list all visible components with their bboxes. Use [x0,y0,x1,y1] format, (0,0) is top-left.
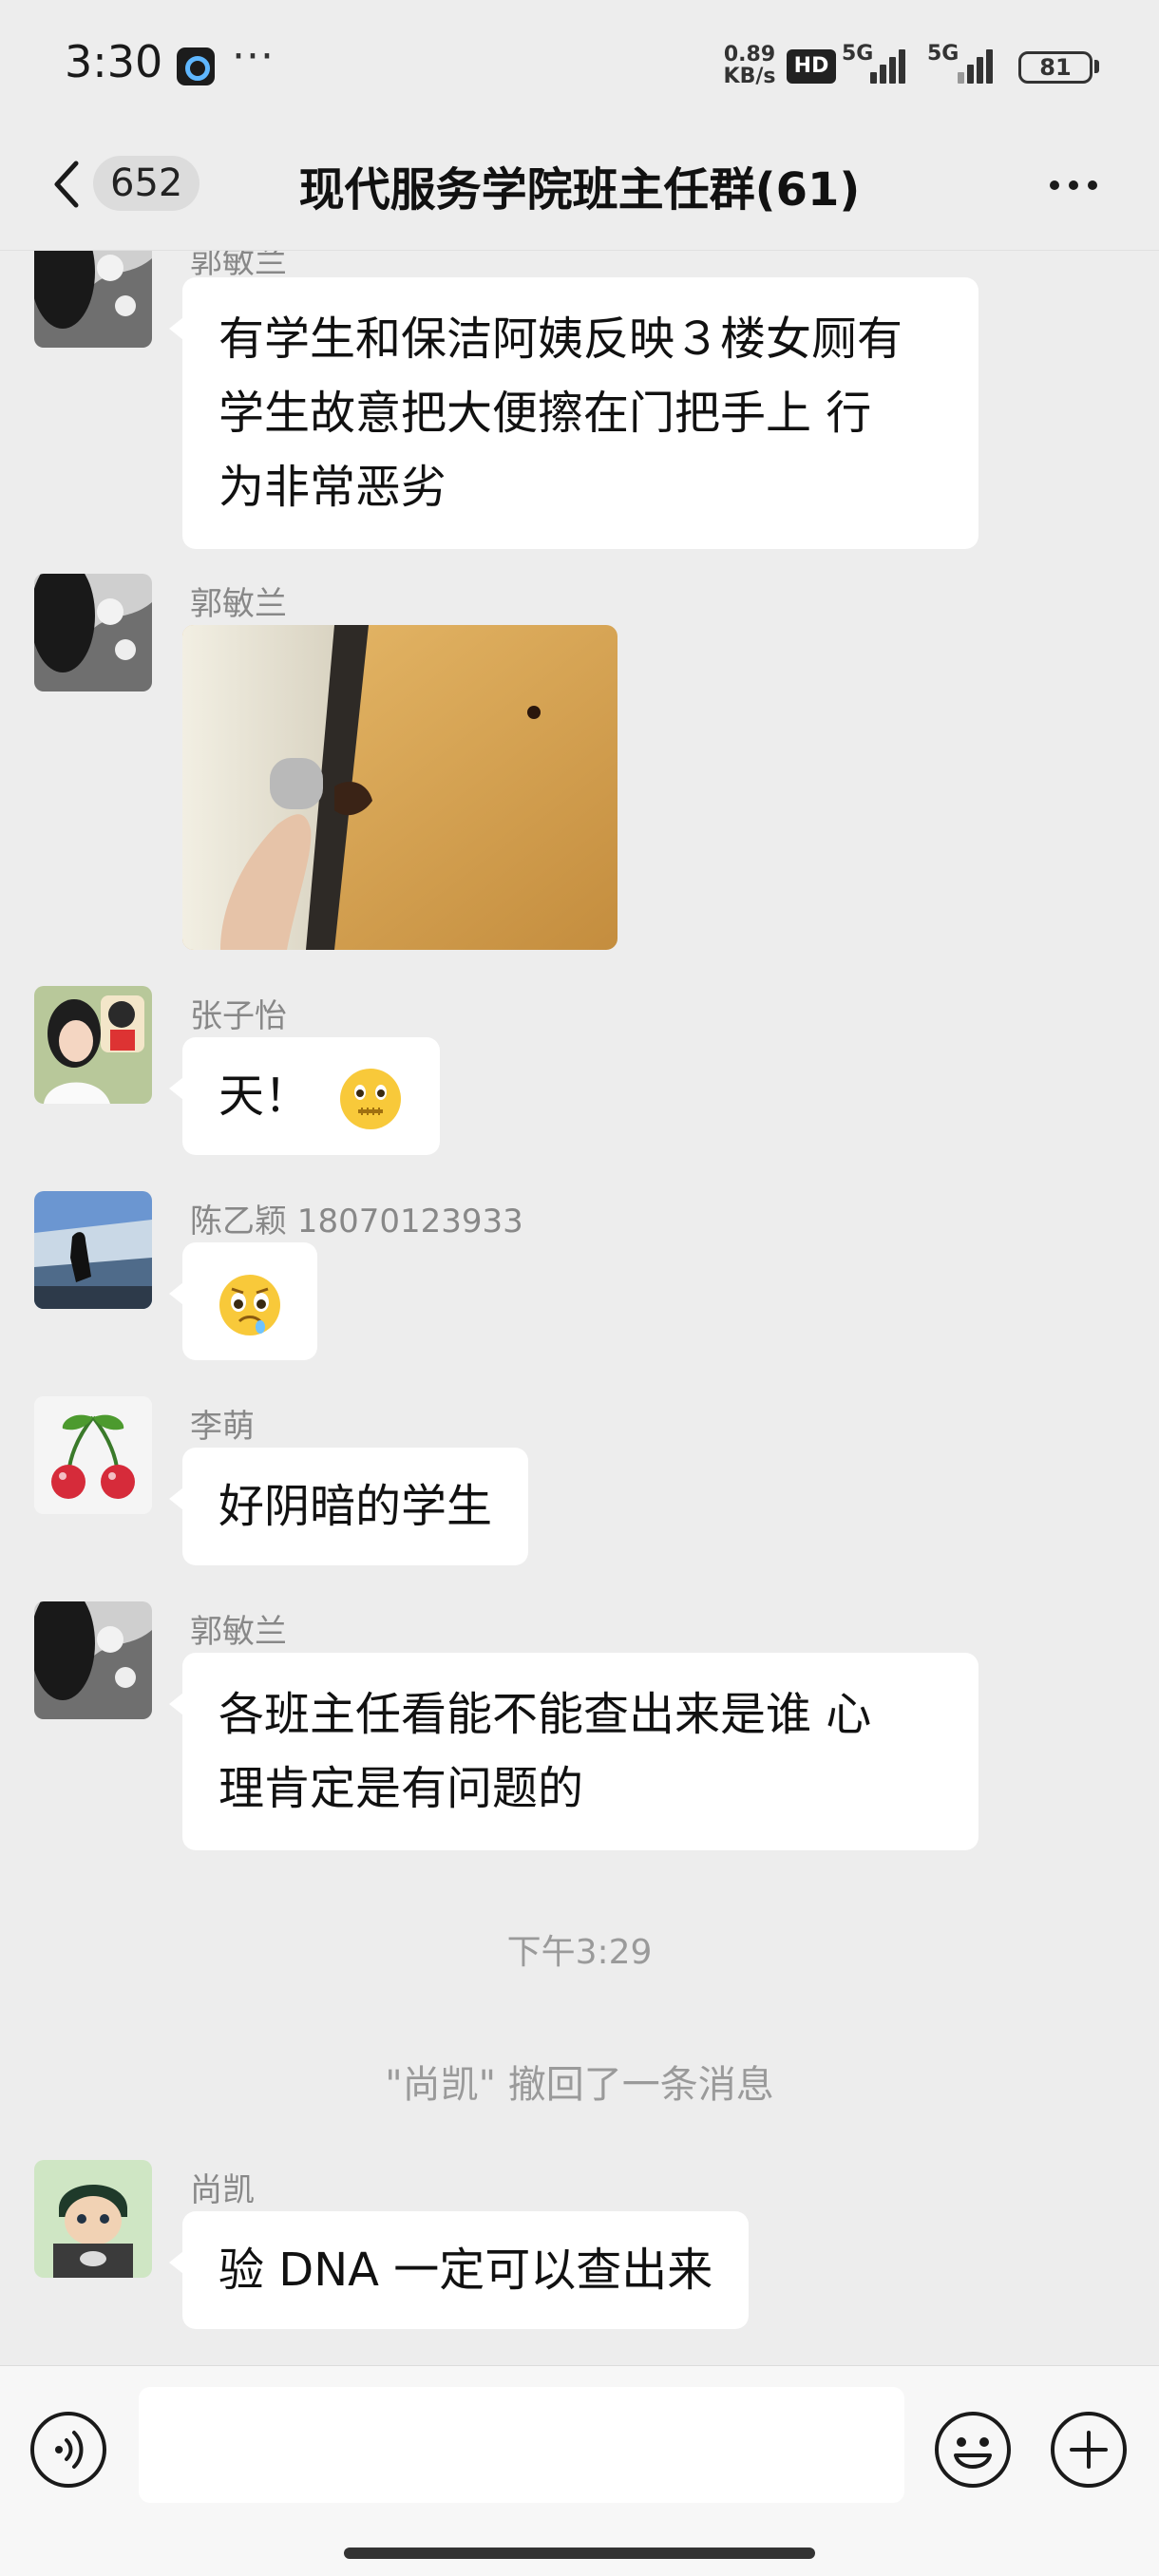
voice-icon[interactable] [28,2410,108,2490]
hd-badge: HD [787,49,836,84]
message-line: 有学生和保洁阿姨反映３楼女厕有 [218,313,903,366]
sender-name: 张子怡 [190,997,287,1035]
battery-tip [1094,60,1099,73]
more-dots-icon[interactable] [1045,161,1102,209]
emoji-icon[interactable] [933,2410,1013,2490]
network-speed: 0.89 KB/s [716,44,783,87]
signal-icon-2: 5G [927,42,1003,87]
door-handle-photo[interactable] [182,625,618,950]
message-line: 学生故意把大便擦在门把手上 行 [218,387,872,440]
status-overflow: ··· [232,32,275,81]
network-type-2: 5G [927,42,960,66]
input-bar [0,2365,1159,2576]
network-type-1: 5G [842,42,874,66]
recall-notice: "尚凯" 撤回了一条消息 [385,2063,774,2107]
network-speed-value: 0.89 [723,43,776,66]
chat-screen: 3:30 ··· 0.89 KB/s HD 5G 5G 81 652 现代服务学… [0,0,1159,2576]
avatar[interactable] [34,574,152,691]
status-time: 3:30 [65,36,163,87]
sender-name: 郭敏兰 [190,1613,287,1651]
status-bar: 3:30 ··· 0.89 KB/s HD 5G 5G 81 [0,0,1159,133]
pleading-drooling-face-emoji [219,1275,280,1335]
avatar[interactable] [34,251,152,348]
message-bubble[interactable]: 好阴暗的学生 [168,1448,529,1565]
message-line: 各班主任看能不能查出来是谁 心 [218,1688,872,1741]
message-text: 好阴暗的学生 [218,1480,493,1533]
sender-name: 陈乙颖 18070123933 [190,1203,523,1241]
message-bubble[interactable]: 有学生和保洁阿姨反映３楼女厕有 学生故意把大便擦在门把手上 行 为非常恶劣 [169,277,978,549]
avatar[interactable] [34,1396,152,1514]
battery-icon: 81 [1018,51,1092,84]
chat-header: 652 现代服务学院班主任群(61) [0,133,1159,251]
app-notification-icon [177,47,215,85]
message-line: 为非常恶劣 [218,461,447,514]
message-bubble[interactable]: 验 DNA 一定可以查出来 [168,2211,750,2329]
page-title: 现代服务学院班主任群(61) [298,163,861,217]
avatar[interactable] [34,986,152,1104]
zipper-mouth-face-emoji [340,1069,402,1129]
cherry-icon [34,1396,152,1514]
sender-name: 李萌 [190,1408,255,1446]
message-bubble[interactable]: 各班主任看能不能查出来是谁 心 理肯定是有问题的 [169,1653,978,1850]
message-list[interactable]: 郭敏兰 有学生和保洁阿姨反映３楼女厕有 学生故意把大便擦在门把手上 行 为非常恶… [0,251,1159,2365]
home-indicator[interactable] [344,2548,815,2559]
avatar[interactable] [34,2160,152,2278]
message-text: 验 DNA 一定可以查出来 [218,2244,713,2297]
message-input[interactable] [139,2387,904,2503]
message-text: 天！ [218,1070,311,1123]
message-line: 理肯定是有问题的 [218,1762,584,1815]
sender-name: 尚凯 [190,2171,255,2209]
network-speed-unit: KB/s [723,65,776,88]
signal-icon-1: 5G [842,42,910,87]
avatar[interactable] [34,1191,152,1309]
avatar[interactable] [34,1601,152,1719]
timestamp: 下午3:29 [506,1933,653,1972]
message-bubble[interactable] [169,1242,317,1360]
sender-name: 郭敏兰 [190,585,287,623]
message-bubble[interactable]: 天！ [168,1037,441,1155]
plus-icon[interactable] [1049,2410,1129,2490]
battery-level: 81 [1039,54,1072,81]
